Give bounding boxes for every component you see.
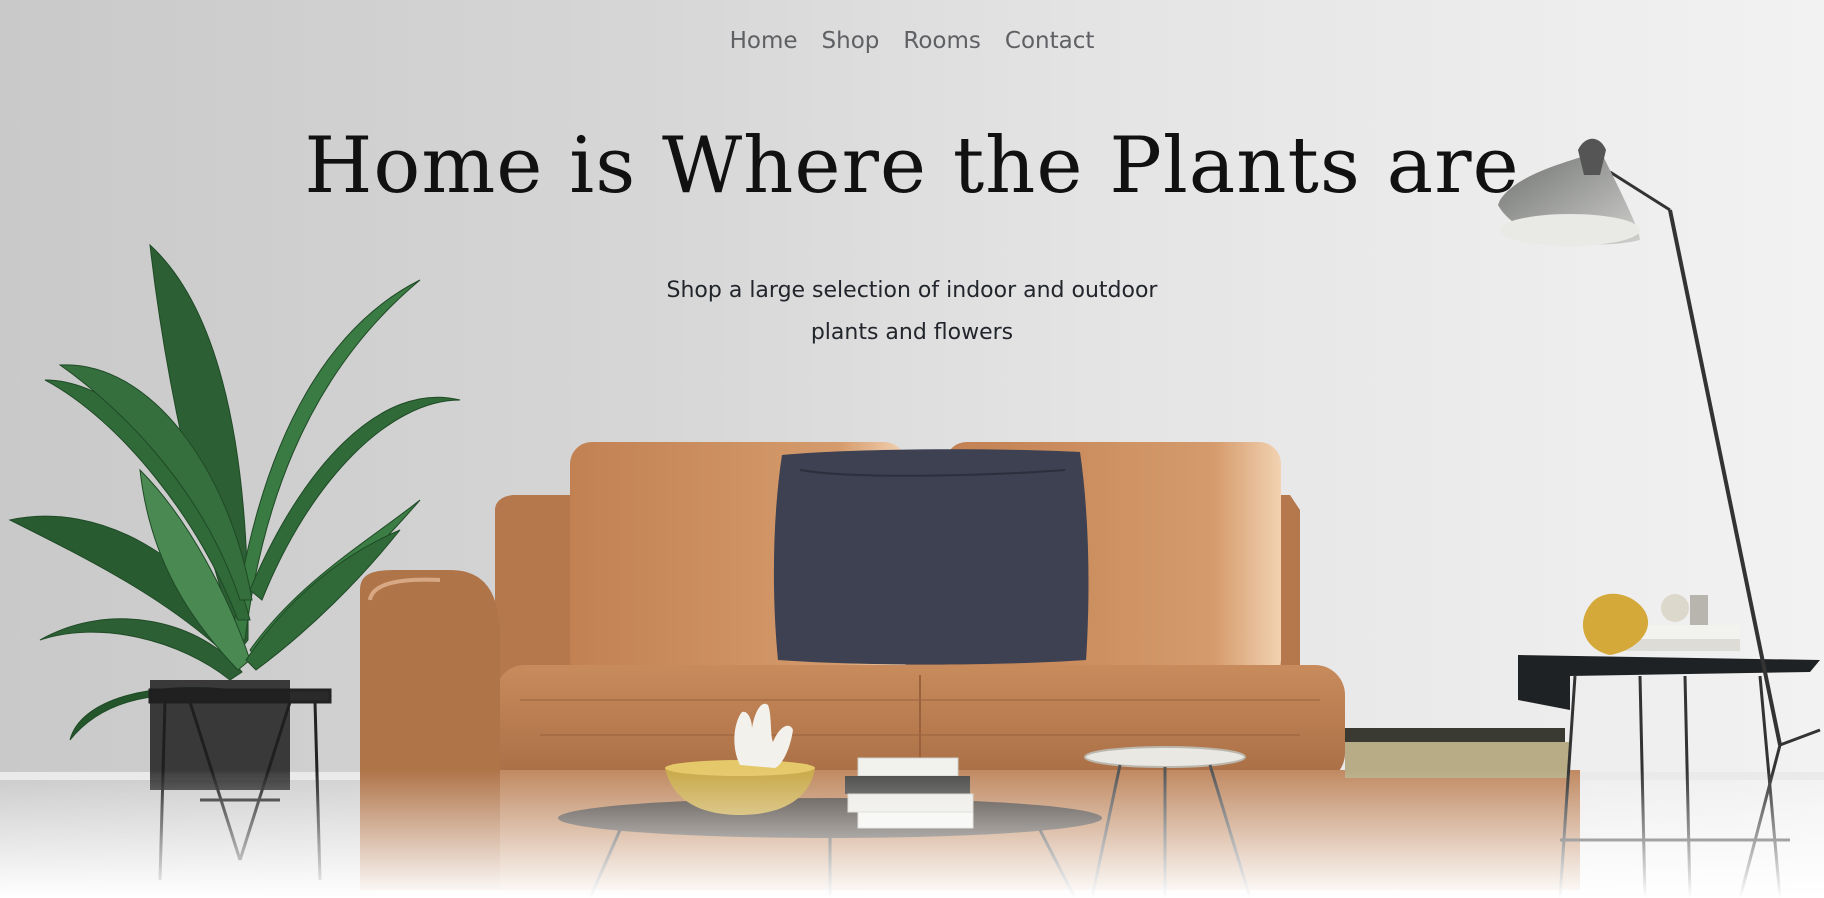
- side-table-decor: [1582, 593, 1740, 655]
- nav-item-home[interactable]: Home: [730, 28, 798, 54]
- nav-item-contact[interactable]: Contact: [1005, 28, 1094, 54]
- nav-item-rooms[interactable]: Rooms: [903, 28, 980, 54]
- pillow: [773, 449, 1089, 665]
- hero-title: Home is Where the Plants are: [304, 121, 1520, 211]
- main-nav: Home Shop Rooms Contact: [0, 28, 1824, 54]
- hero-subtitle: Shop a large selection of indoor and out…: [666, 278, 1158, 345]
- hero-section: Home Shop Rooms Contact Home is Where th…: [0, 0, 1824, 898]
- nav-item-shop[interactable]: Shop: [822, 28, 880, 54]
- floor-fade: [0, 770, 1824, 898]
